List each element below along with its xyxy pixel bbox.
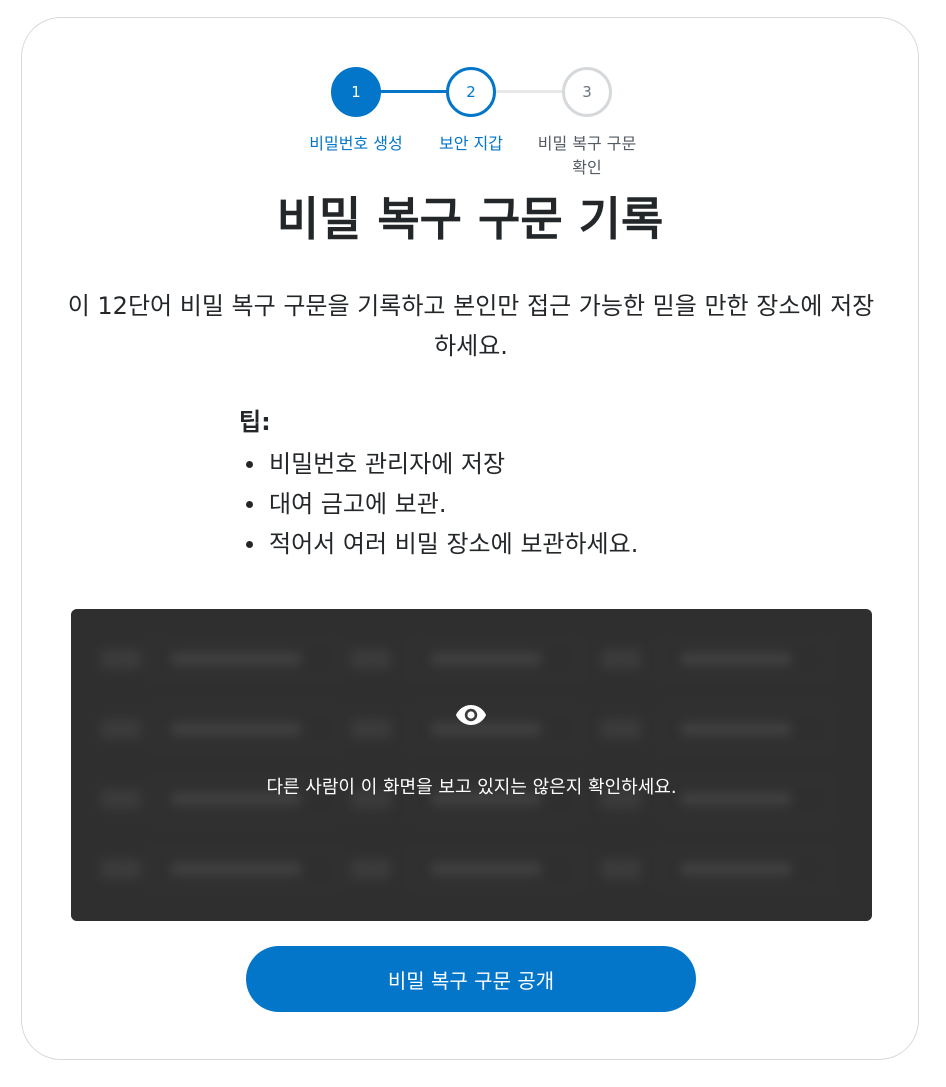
tip-item: 적어서 여러 비밀 장소에 보관하세요. <box>239 524 759 564</box>
phrase-blur-overlay <box>71 609 872 921</box>
reveal-phrase-button[interactable]: 비밀 복구 구문 공개 <box>246 946 696 1012</box>
progress-stepper: 1 2 3 비밀번호 생성 보안 지갑 비밀 복구 구문 확인 <box>22 18 918 208</box>
step-2-label: 보안 지갑 <box>439 134 503 153</box>
tips-section: 팁: 비밀번호 관리자에 저장 대여 금고에 보관. 적어서 여러 비밀 장소에… <box>239 404 759 564</box>
tip-item: 비밀번호 관리자에 저장 <box>239 444 759 484</box>
page-description: 이 12단어 비밀 복구 구문을 기록하고 본인만 접근 가능한 믿을 만한 장… <box>67 292 875 360</box>
onboarding-card: 1 2 3 비밀번호 생성 보안 지갑 비밀 복구 구문 확인 비밀 복구 구문… <box>21 17 919 1060</box>
step-2-circle: 2 <box>446 67 496 117</box>
step-1-circle: 1 <box>331 67 381 117</box>
privacy-warning: 다른 사람이 이 화면을 보고 있지는 않은지 확인하세요. <box>266 777 677 798</box>
tips-heading: 팁: <box>239 408 271 436</box>
eye-icon <box>456 705 486 725</box>
tip-item: 대여 금고에 보관. <box>239 484 759 524</box>
page-title: 비밀 복구 구문 기록 <box>276 192 664 246</box>
secret-phrase-box: 다른 사람이 이 화면을 보고 있지는 않은지 확인하세요. <box>71 609 872 921</box>
step-1-label: 비밀번호 생성 <box>309 134 403 153</box>
step-3-circle: 3 <box>562 67 612 117</box>
tips-list: 비밀번호 관리자에 저장 대여 금고에 보관. 적어서 여러 비밀 장소에 보관… <box>239 444 759 564</box>
step-3-label: 비밀 복구 구문 확인 <box>537 134 637 177</box>
